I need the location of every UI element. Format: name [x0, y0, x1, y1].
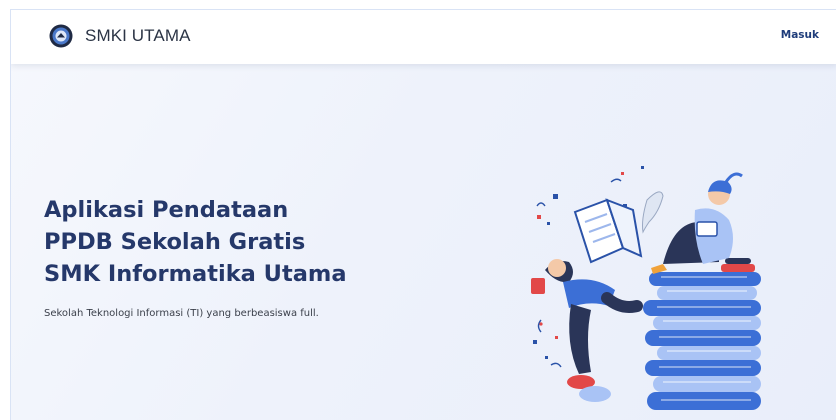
hero-subtitle: Sekolah Teknologi Informasi (TI) yang be… — [44, 308, 319, 319]
hero-title-line: PPDB Sekolah Gratis — [44, 229, 306, 255]
small-book — [721, 264, 755, 272]
brand[interactable]: SMKI UTAMA — [49, 24, 191, 48]
navbar: SMKI UTAMA Masuk — [11, 10, 836, 64]
page-frame: SMKI UTAMA Masuk Aplikasi Pendataan PPDB… — [10, 9, 836, 420]
hero-title-line: SMK Informatika Utama — [44, 261, 347, 287]
login-link[interactable]: Masuk — [781, 29, 819, 41]
hero-illustration — [531, 166, 761, 410]
open-book-floating — [573, 198, 643, 264]
book-stack — [643, 272, 761, 410]
feather-icon — [642, 191, 664, 234]
hero-title: Aplikasi Pendataan PPDB Sekolah Gratis S… — [44, 194, 347, 290]
running-person — [531, 259, 643, 402]
hero-title-line: Aplikasi Pendataan — [44, 197, 289, 223]
brand-name: SMKI UTAMA — [85, 26, 191, 45]
small-book — [725, 258, 751, 264]
school-emblem-icon — [49, 24, 73, 48]
